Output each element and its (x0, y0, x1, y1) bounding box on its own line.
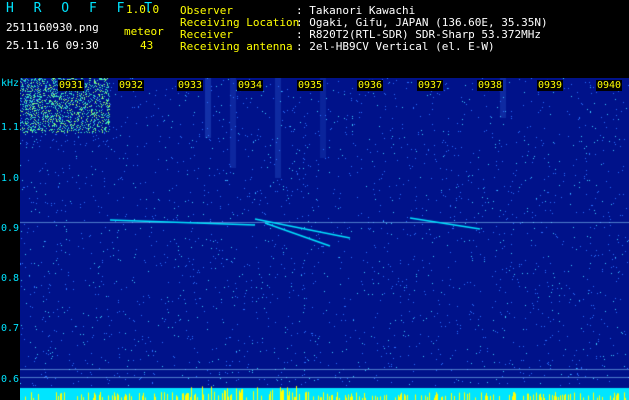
info-header: H R O F F T 1.0.0 2511160930.png meteor … (0, 0, 629, 78)
y-tick-label: 0.6 (1, 374, 20, 385)
frequency-axis: kHz 1.1 1.0 0.9 0.8 0.7 0.6 (0, 78, 20, 400)
meteor-label: meteor (124, 25, 164, 38)
x-tick-label: 0933 (177, 80, 204, 91)
x-tick-label: 0939 (537, 80, 564, 91)
x-tick-label: 0935 (297, 80, 324, 91)
y-tick-label: 1.0 (1, 173, 20, 184)
x-tick-label: 0934 (237, 80, 264, 91)
y-tick-label: 0.8 (1, 273, 20, 284)
meteor-count: 43 (140, 39, 154, 52)
antenna-label: Receiving antenna (180, 40, 293, 53)
x-tick-label: 0940 (596, 80, 623, 91)
spectrogram (20, 78, 629, 400)
y-axis-unit: kHz (1, 78, 20, 89)
image-filename: 2511160930.png (6, 21, 99, 34)
x-tick-label: 0938 (477, 80, 504, 91)
x-tick-label: 0936 (357, 80, 384, 91)
y-tick-label: 0.7 (1, 323, 20, 334)
x-tick-label: 0931 (58, 80, 85, 91)
y-tick-label: 0.9 (1, 223, 20, 234)
app-version: 1.0.0 (126, 3, 160, 16)
image-datetime: 25.11.16 09:30 (6, 39, 99, 52)
x-tick-label: 0932 (118, 80, 145, 91)
x-tick-label: 0937 (417, 80, 444, 91)
antenna-value: : 2el-HB9CV Vertical (el. E-W) (296, 40, 495, 53)
y-tick-label: 1.1 (1, 122, 20, 133)
